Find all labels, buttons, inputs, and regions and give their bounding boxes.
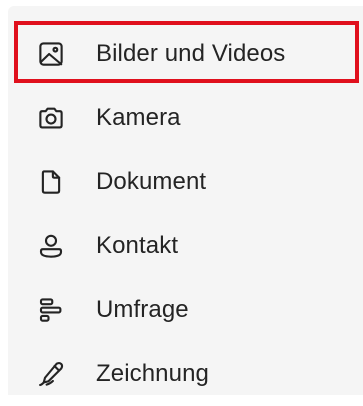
menu-item-document[interactable]: Dokument	[8, 150, 363, 214]
contact-icon	[36, 231, 66, 261]
menu-item-images-videos[interactable]: Bilder und Videos	[8, 22, 363, 86]
menu-item-drawing[interactable]: Zeichnung	[8, 342, 363, 406]
menu-item-label: Zeichnung	[96, 360, 209, 387]
poll-icon	[36, 295, 66, 325]
menu-item-contact[interactable]: Kontakt	[8, 214, 363, 278]
document-icon	[36, 167, 66, 197]
menu-item-label: Bilder und Videos	[96, 40, 286, 67]
attachment-menu: Bilder und Videos Kamera Dokument Kontak…	[8, 6, 363, 395]
menu-item-label: Kontakt	[96, 232, 179, 259]
menu-item-label: Umfrage	[96, 296, 189, 323]
image-icon	[36, 39, 66, 69]
menu-item-poll[interactable]: Umfrage	[8, 278, 363, 342]
pen-icon	[36, 359, 66, 389]
attachment-menu-list: Bilder und Videos Kamera Dokument Kontak…	[8, 22, 363, 406]
menu-item-label: Kamera	[96, 104, 181, 131]
camera-icon	[36, 103, 66, 133]
menu-item-camera[interactable]: Kamera	[8, 86, 363, 150]
menu-item-label: Dokument	[96, 168, 207, 195]
